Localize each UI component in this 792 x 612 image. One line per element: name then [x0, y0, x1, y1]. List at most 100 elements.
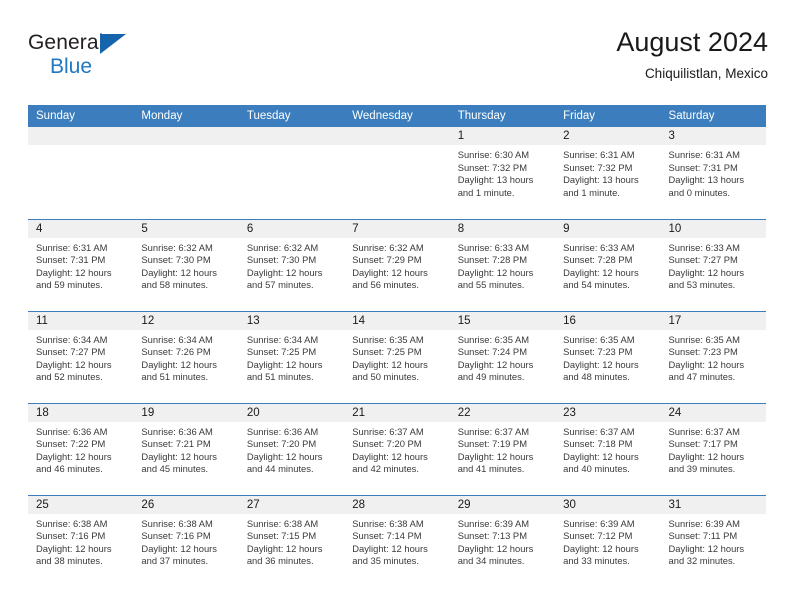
calendar-day-cell[interactable]: 10 Sunrise: 6:33 AM Sunset: 7:27 PM Dayligh…: [660, 218, 766, 311]
calendar-day-cell[interactable]: 18 Sunrise: 6:36 AM Sunset: 7:22 PM Dayligh…: [28, 402, 134, 495]
day-details: Sunrise: 6:37 AM Sunset: 7:20 PM Daylight:…: [344, 422, 449, 476]
day-details: Sunrise: 6:38 AM Sunset: 7:15 PM Daylight:…: [239, 514, 344, 568]
day-details: Sunrise: 6:31 AM Sunset: 7:31 PM Daylight:…: [28, 238, 133, 292]
calendar-day-cell[interactable]: 8 Sunrise: 6:33 AM Sunset: 7:28 PM Daylight…: [449, 218, 556, 311]
calendar-day-cell[interactable]: 23 Sunrise: 6:37 AM Sunset: 7:18 PM Dayligh…: [555, 402, 661, 495]
sunrise-text: Sunrise: 6:32 AM: [246, 241, 319, 253]
weekday-header-monday: Monday: [133, 105, 239, 127]
sunrise-text: Sunrise: 6:39 AM: [457, 517, 530, 529]
calendar-day-cell[interactable]: 21 Sunrise: 6:37 AM Sunset: 7:20 PM Dayligh…: [344, 402, 450, 495]
calendar-day-cell[interactable]: 4 Sunrise: 6:31 AM Sunset: 7:31 PM Daylight…: [28, 218, 134, 311]
calendar-day-cell[interactable]: 28 Sunrise: 6:38 AM Sunset: 7:14 PM Dayligh…: [344, 494, 450, 588]
calendar-day-cell[interactable]: 2 Sunrise: 6:31 AM Sunset: 7:32 PM Daylight…: [555, 127, 661, 219]
daylight-text: Daylight: 12 hours and 39 minutes.: [668, 450, 745, 475]
sunset-text: Sunset: 7:30 PM: [141, 254, 211, 266]
sunset-text: Sunset: 7:25 PM: [352, 346, 422, 358]
calendar-day-cell[interactable]: 20 Sunrise: 6:36 AM Sunset: 7:20 PM Dayligh…: [238, 402, 345, 495]
calendar-day-cell[interactable]: 19 Sunrise: 6:36 AM Sunset: 7:21 PM Dayligh…: [133, 402, 239, 495]
day-details: Sunrise: 6:34 AM Sunset: 7:26 PM Daylight:…: [133, 330, 238, 384]
daylight-text: Daylight: 12 hours and 44 minutes.: [246, 450, 323, 475]
calendar-day-cell[interactable]: 29 Sunrise: 6:39 AM Sunset: 7:13 PM Dayligh…: [449, 494, 556, 587]
calendar-day-cell[interactable]: 25 Sunrise: 6:38 AM Sunset: 7:16 PM Dayligh…: [28, 494, 134, 587]
daylight-text: Daylight: 12 hours and 35 minutes.: [352, 542, 428, 567]
daylight-text: Daylight: 12 hours and 58 minutes.: [141, 266, 217, 291]
daylight-text: Daylight: 12 hours and 48 minutes.: [563, 358, 639, 383]
day-cell-inner: 28 Sunrise: 6:38 AM Sunset: 7:14 PM Dayligh…: [344, 495, 450, 588]
daylight-text: Daylight: 12 hours and 33 minutes.: [563, 542, 639, 567]
calendar-day-cell[interactable]: 3 Sunrise: 6:31 AM Sunset: 7:31 PM Daylight…: [660, 127, 766, 219]
day-cell-inner: [28, 127, 134, 219]
calendar-day-cell[interactable]: 17 Sunrise: 6:35 AM Sunset: 7:23 PM Dayligh…: [660, 310, 766, 403]
calendar-day-cell[interactable]: 9 Sunrise: 6:33 AM Sunset: 7:28 PM Daylight…: [555, 218, 661, 311]
day-number: [344, 127, 450, 145]
title-block: August 2024 Chiquilistlan, Mexico: [616, 27, 768, 82]
day-number: 17: [660, 311, 766, 330]
daylight-text: Daylight: 12 hours and 36 minutes.: [246, 542, 323, 567]
daylight-text: Daylight: 13 hours and 0 minutes.: [668, 174, 745, 198]
calendar-day-cell[interactable]: 30 Sunrise: 6:39 AM Sunset: 7:12 PM Dayligh…: [555, 494, 661, 587]
daylight-text: Daylight: 12 hours and 51 minutes.: [246, 358, 323, 383]
general-blue-logo[interactable]: General Blue: [28, 28, 148, 84]
day-details: Sunrise: 6:34 AM Sunset: 7:27 PM Daylight:…: [28, 330, 133, 384]
calendar-day-cell[interactable]: 15 Sunrise: 6:35 AM Sunset: 7:24 PM Dayligh…: [449, 310, 556, 403]
calendar-day-cell[interactable]: 1 Sunrise: 6:30 AM Sunset: 7:32 PM Daylight…: [449, 127, 556, 219]
day-number: [238, 127, 345, 145]
daylight-text: Daylight: 12 hours and 55 minutes.: [457, 266, 534, 291]
weekday-header-saturday: Saturday: [660, 105, 766, 127]
day-number: [133, 127, 239, 145]
day-details: Sunrise: 6:36 AM Sunset: 7:22 PM Daylight:…: [28, 422, 133, 476]
sunset-text: Sunset: 7:23 PM: [668, 346, 738, 358]
sunset-text: Sunset: 7:21 PM: [141, 438, 211, 450]
sunset-text: Sunset: 7:28 PM: [563, 254, 633, 266]
sunrise-text: Sunrise: 6:33 AM: [457, 241, 530, 253]
day-cell-inner: [133, 127, 239, 219]
day-number: 26: [133, 495, 239, 514]
calendar-day-cell[interactable]: 11 Sunrise: 6:34 AM Sunset: 7:27 PM Dayligh…: [28, 310, 134, 403]
daylight-text: Daylight: 13 hours and 1 minute.: [457, 174, 534, 198]
calendar-day-cell[interactable]: 26 Sunrise: 6:38 AM Sunset: 7:16 PM Dayligh…: [133, 494, 239, 587]
calendar-cell-empty: [238, 127, 345, 219]
daylight-text: Daylight: 12 hours and 56 minutes.: [352, 266, 428, 291]
day-details: Sunrise: 6:32 AM Sunset: 7:30 PM Daylight:…: [239, 238, 344, 292]
weekday-header-tuesday: Tuesday: [238, 105, 345, 127]
day-number: [28, 127, 134, 145]
calendar-day-cell[interactable]: 22 Sunrise: 6:37 AM Sunset: 7:19 PM Dayligh…: [449, 402, 556, 495]
day-cell-inner: 11 Sunrise: 6:34 AM Sunset: 7:27 PM Dayligh…: [28, 311, 134, 403]
calendar-day-cell[interactable]: 7 Sunrise: 6:32 AM Sunset: 7:29 PM Daylight…: [344, 218, 450, 311]
calendar-day-cell[interactable]: 6 Sunrise: 6:32 AM Sunset: 7:30 PM Daylight…: [238, 218, 345, 311]
sunrise-text: Sunrise: 6:31 AM: [563, 149, 635, 160]
weekday-header-thursday: Thursday: [449, 105, 556, 127]
daylight-text: Daylight: 12 hours and 45 minutes.: [141, 450, 217, 475]
calendar-week-row: 18 Sunrise: 6:36 AM Sunset: 7:22 PM Dayligh…: [28, 402, 766, 495]
sunset-text: Sunset: 7:16 PM: [36, 530, 106, 542]
daylight-text: Daylight: 12 hours and 53 minutes.: [668, 266, 745, 291]
calendar-header-row: Sunday Monday Tuesday Wednesday Thursday Frid…: [28, 105, 766, 127]
sunrise-text: Sunrise: 6:38 AM: [352, 517, 424, 529]
day-details: Sunrise: 6:32 AM Sunset: 7:29 PM Daylight:…: [344, 238, 449, 292]
day-number: 30: [555, 495, 661, 514]
daylight-text: Daylight: 12 hours and 37 minutes.: [141, 542, 217, 567]
day-cell-inner: 9 Sunrise: 6:33 AM Sunset: 7:28 PM Daylight…: [555, 219, 661, 311]
sunrise-text: Sunrise: 6:36 AM: [141, 425, 213, 437]
sunrise-text: Sunrise: 6:39 AM: [668, 517, 740, 529]
daylight-text: Daylight: 12 hours and 47 minutes.: [668, 358, 745, 383]
calendar-day-cell[interactable]: 24 Sunrise: 6:37 AM Sunset: 7:17 PM Dayligh…: [660, 402, 766, 495]
day-cell-inner: 7 Sunrise: 6:32 AM Sunset: 7:29 PM Daylight…: [344, 219, 450, 311]
calendar-day-cell[interactable]: 12 Sunrise: 6:34 AM Sunset: 7:26 PM Dayligh…: [133, 310, 239, 403]
day-cell-inner: 12 Sunrise: 6:34 AM Sunset: 7:26 PM Dayligh…: [133, 311, 239, 403]
day-details: Sunrise: 6:38 AM Sunset: 7:16 PM Daylight:…: [28, 514, 133, 568]
day-number: 8: [449, 219, 556, 238]
calendar-day-cell[interactable]: 16 Sunrise: 6:35 AM Sunset: 7:23 PM Dayligh…: [555, 310, 661, 403]
day-number: 20: [238, 403, 345, 422]
calendar-day-cell[interactable]: 14 Sunrise: 6:35 AM Sunset: 7:25 PM Dayligh…: [344, 310, 450, 403]
daylight-text: Daylight: 12 hours and 50 minutes.: [352, 358, 428, 383]
calendar-day-cell[interactable]: 5 Sunrise: 6:32 AM Sunset: 7:30 PM Daylight…: [133, 218, 239, 311]
day-cell-inner: 4 Sunrise: 6:31 AM Sunset: 7:31 PM Daylight…: [28, 219, 134, 311]
calendar-day-cell[interactable]: 13 Sunrise: 6:34 AM Sunset: 7:25 PM Dayligh…: [238, 310, 345, 403]
calendar-day-cell[interactable]: 27 Sunrise: 6:38 AM Sunset: 7:15 PM Dayligh…: [238, 494, 345, 587]
daylight-text: Daylight: 12 hours and 49 minutes.: [457, 358, 534, 383]
sunset-text: Sunset: 7:32 PM: [457, 161, 527, 173]
day-cell-inner: 24 Sunrise: 6:37 AM Sunset: 7:17 PM Dayligh…: [660, 403, 766, 495]
calendar-day-cell[interactable]: 31 Sunrise: 6:39 AM Sunset: 7:11 PM Dayligh…: [660, 494, 766, 587]
sunset-text: Sunset: 7:11 PM: [668, 530, 738, 542]
